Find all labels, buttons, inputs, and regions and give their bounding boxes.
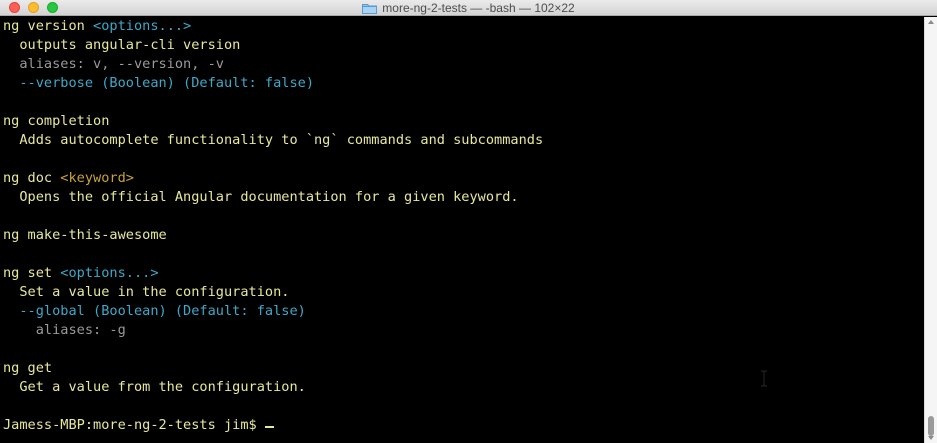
terminal-text: <keyword> <box>60 170 134 186</box>
terminal-line: --global (Boolean) (Default: false) <box>3 302 924 321</box>
terminal-line: ng version <options...> <box>3 17 924 36</box>
text-cursor <box>264 426 274 428</box>
terminal-line: ng get <box>3 359 924 378</box>
terminal-text: outputs angular-cli version <box>3 37 241 53</box>
shell-prompt: Jamess-MBP:more-ng-2-tests jim$ <box>3 417 265 433</box>
terminal-text: ng doc <box>3 170 61 186</box>
window-title-container: more-ng-2-tests — -bash — 102×22 <box>0 0 937 16</box>
terminal-output[interactable]: ng version <options...> outputs angular-… <box>0 17 924 443</box>
terminal-line: Get a value from the configuration. <box>3 378 924 397</box>
terminal-line: ng make-this-awesome <box>3 226 924 245</box>
terminal-text: ng set <box>3 265 61 281</box>
terminal-text: Get a value from the configuration. <box>3 379 306 395</box>
terminal-line: ng set <options...> <box>3 264 924 283</box>
terminal-line: ng completion <box>3 112 924 131</box>
scroll-down-arrow-icon[interactable] <box>928 436 934 440</box>
shell-prompt-line: Jamess-MBP:more-ng-2-tests jim$ <box>3 416 924 435</box>
terminal-text: Opens the official Angular documentation… <box>3 189 519 205</box>
terminal-line: ng doc <keyword> <box>3 169 924 188</box>
terminal-text: Set a value in the configuration. <box>3 284 290 300</box>
terminal-line: outputs angular-cli version <box>3 36 924 55</box>
terminal-text: <options...> <box>93 18 192 34</box>
vertical-scrollbar[interactable] <box>924 17 937 443</box>
terminal-text: ng make-this-awesome <box>3 227 167 243</box>
scroll-up-arrow-icon[interactable] <box>928 20 934 24</box>
terminal-text: ng completion <box>3 113 110 129</box>
terminal-text: aliases: v, --version, -v <box>3 56 224 72</box>
terminal-line: Opens the official Angular documentation… <box>3 188 924 207</box>
terminal-text: --global (Boolean) (Default: false) <box>3 303 306 319</box>
terminal-line: Adds autocomplete functionality to `ng` … <box>3 131 924 150</box>
terminal-text: Adds autocomplete functionality to `ng` … <box>3 132 544 148</box>
terminal-line: aliases: v, --version, -v <box>3 55 924 74</box>
terminal-line: aliases: -g <box>3 321 924 340</box>
terminal-text: ng version <box>3 18 94 34</box>
terminal-line: --verbose (Boolean) (Default: false) <box>3 74 924 93</box>
terminal-text: aliases: -g <box>3 322 126 338</box>
terminal-line: Set a value in the configuration. <box>3 283 924 302</box>
terminal-text: --verbose (Boolean) (Default: false) <box>3 75 314 91</box>
terminal-text: <options...> <box>60 265 159 281</box>
title-bar[interactable]: more-ng-2-tests — -bash — 102×22 <box>0 0 937 16</box>
text-ibeam-cursor-icon <box>760 370 768 387</box>
terminal-window: more-ng-2-tests — -bash — 102×22 ng vers… <box>0 0 937 443</box>
window-title: more-ng-2-tests — -bash — 102×22 <box>382 1 575 15</box>
scroll-thumb[interactable] <box>928 416 934 436</box>
folder-icon <box>362 3 378 14</box>
terminal-text: ng get <box>3 360 53 376</box>
